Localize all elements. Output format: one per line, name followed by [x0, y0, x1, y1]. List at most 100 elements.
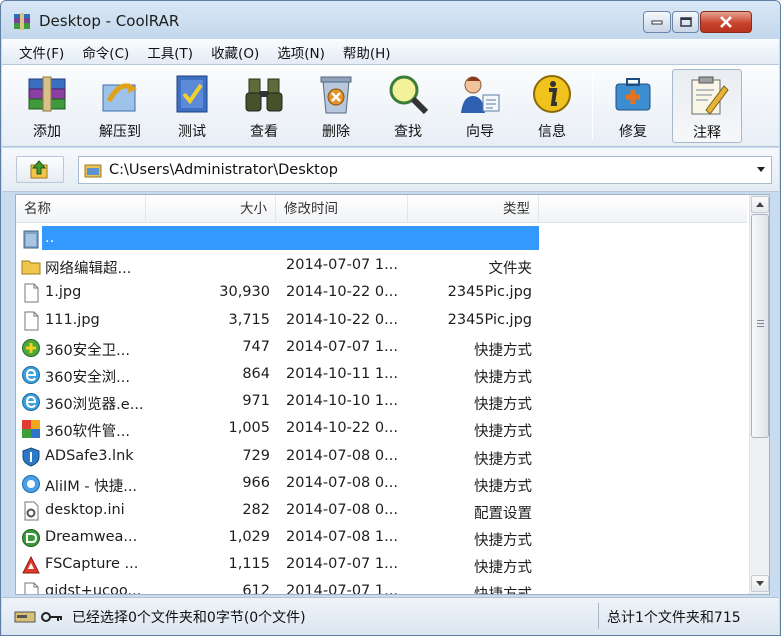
grip-line	[757, 326, 764, 327]
file-modified: 2014-07-07 1...	[286, 257, 398, 274]
file-type: 快捷方式	[474, 533, 532, 550]
file-type: 快捷方式	[474, 342, 532, 359]
maximize-button[interactable]	[672, 11, 699, 33]
file-name: 网络编辑超...	[45, 261, 132, 278]
file-type: 快捷方式	[474, 478, 532, 495]
info-button[interactable]: 信息	[519, 69, 585, 143]
selection-status: 已经选择0个文件夹和0字节(0个文件)	[72, 610, 306, 626]
menu-command[interactable]: 命令(C)	[73, 42, 138, 62]
table-row[interactable]: 网络编辑超... 2014-07-07 1... 文件夹	[16, 252, 747, 279]
file-icon	[24, 283, 39, 303]
column-modified[interactable]: 修改时间	[276, 195, 408, 223]
table-row[interactable]: 360安全卫... 747 2014-07-07 1... 快捷方式	[16, 334, 747, 361]
status-bar: 已经选择0个文件夹和0字节(0个文件) 总计1个文件夹和715	[2, 597, 779, 635]
menu-favorites[interactable]: 收藏(O)	[202, 42, 268, 62]
comment-button[interactable]: 注释	[672, 69, 742, 143]
file-modified: 2014-07-07 1...	[286, 556, 398, 573]
path-text: C:\Users\Administrator\Desktop	[109, 162, 338, 178]
table-row[interactable]: FSCapture ... 1,115 2014-07-07 1... 快捷方式	[16, 551, 747, 578]
file-size: 3,715	[228, 311, 270, 328]
table-row-selected[interactable]: ..	[16, 225, 747, 252]
file-type: 2345Pic.jpg	[447, 311, 532, 328]
file-type: 文件夹	[488, 261, 533, 278]
menu-options[interactable]: 选项(N)	[268, 42, 334, 62]
grip-line	[757, 320, 764, 321]
archive-books-icon	[28, 76, 66, 112]
table-row[interactable]: 111.jpg 3,715 2014-10-22 0... 2345Pic.jpg	[16, 307, 747, 334]
vertical-scrollbar[interactable]	[749, 195, 769, 594]
file-modified: 2014-10-10 1...	[286, 393, 398, 410]
menu-help[interactable]: 帮助(H)	[334, 42, 400, 62]
file-size: 1,029	[228, 529, 270, 546]
grip-line	[757, 323, 764, 324]
table-row[interactable]: gidst+ucoo...6122014-07-07 1...快捷方式	[16, 578, 747, 595]
repair-label: 修复	[619, 124, 647, 140]
file-modified: 2014-07-07 1...	[286, 583, 398, 595]
view-button[interactable]: 查看	[231, 69, 297, 143]
maximize-icon	[679, 17, 692, 27]
file-modified: 2014-07-08 0...	[286, 447, 398, 464]
file-type: 快捷方式	[474, 369, 532, 386]
repair-button[interactable]: 修复	[600, 69, 666, 143]
wizard-user-icon	[461, 76, 500, 113]
find-button[interactable]: 查找	[375, 69, 441, 143]
up-folder-button[interactable]	[16, 156, 64, 183]
window-title: Desktop - CoolRAR	[39, 12, 180, 30]
parent-folder-icon	[23, 230, 39, 249]
delete-button[interactable]: 删除	[303, 69, 369, 143]
browser-e-icon	[22, 365, 40, 384]
coolrar-window: Desktop - CoolRAR 文件(F) 命令(C) 工具(T) 收藏(O…	[0, 0, 781, 636]
table-row[interactable]: 360软件管... 1,005 2014-10-22 0... 快捷方式	[16, 415, 747, 442]
file-modified: 2014-10-22 0...	[286, 284, 398, 301]
browser-e-icon	[22, 393, 40, 412]
shield-icon	[22, 446, 40, 467]
file-icon	[24, 582, 39, 594]
table-row[interactable]: desktop.ini 282 2014-07-08 0... 配置设置	[16, 497, 747, 524]
scroll-up-button[interactable]	[751, 196, 769, 213]
column-type[interactable]: 类型	[408, 195, 539, 223]
scroll-thumb[interactable]	[751, 214, 769, 438]
file-size: 30,930	[219, 284, 270, 301]
file-size: 1,115	[228, 556, 270, 573]
path-dropdown-icon[interactable]	[757, 167, 765, 172]
close-button[interactable]	[700, 11, 752, 33]
test-check-icon	[176, 75, 208, 113]
table-row[interactable]: ADSafe3.lnk 729 2014-07-08 0... 快捷方式	[16, 443, 747, 470]
scroll-down-icon	[756, 581, 764, 586]
file-icon	[24, 311, 39, 331]
file-type: 快捷方式	[474, 397, 532, 414]
first-aid-kit-icon	[615, 78, 651, 111]
file-list: 名称 大小 修改时间 类型 .. 网络编辑超... 2014-07-07 1... 文…	[15, 194, 770, 595]
minimize-button[interactable]	[643, 11, 671, 33]
scroll-up-icon	[756, 202, 764, 207]
software-manager-icon	[22, 420, 40, 439]
table-row[interactable]: 1.jpg 30,930 2014-10-22 0... 2345Pic.jpg	[16, 279, 747, 306]
file-size: 1,005	[228, 420, 270, 437]
path-field[interactable]: C:\Users\Administrator\Desktop	[78, 156, 772, 184]
drive-icon	[14, 611, 36, 623]
column-size[interactable]: 大小	[146, 195, 276, 223]
table-row[interactable]: 360安全浏... 864 2014-10-11 1... 快捷方式	[16, 361, 747, 388]
table-row[interactable]: Dreamwea... 1,029 2014-07-08 1... 快捷方式	[16, 524, 747, 551]
file-size: 612	[242, 583, 270, 595]
file-modified: 2014-07-08 1...	[286, 529, 398, 546]
test-button[interactable]: 测试	[159, 69, 225, 143]
folder-icon	[21, 260, 41, 275]
up-arrow-folder-icon	[30, 160, 48, 179]
delete-label: 删除	[322, 124, 350, 140]
wizard-button[interactable]: 向导	[447, 69, 513, 143]
file-type: 快捷方式	[474, 424, 532, 441]
file-type: 快捷方式	[401, 583, 532, 594]
menu-tools[interactable]: 工具(T)	[138, 42, 202, 62]
add-button[interactable]: 添加	[14, 69, 80, 143]
table-row[interactable]: 360浏览器.e... 971 2014-10-10 1... 快捷方式	[16, 388, 747, 415]
table-row[interactable]: AliIM - 快捷... 966 2014-07-08 0... 快捷方式	[16, 470, 747, 497]
scroll-down-button[interactable]	[751, 575, 769, 592]
column-name[interactable]: 名称	[16, 195, 146, 223]
recycle-bin-icon	[320, 76, 352, 114]
title-bar[interactable]: Desktop - CoolRAR	[1, 1, 780, 39]
toolbar: 添加 解压到 测试 查看 删除 查找 向导 信息 修复 注释	[2, 65, 779, 147]
file-type: 配置设置	[474, 505, 532, 522]
extract-to-button[interactable]: 解压到	[87, 69, 153, 143]
menu-file[interactable]: 文件(F)	[2, 42, 73, 62]
